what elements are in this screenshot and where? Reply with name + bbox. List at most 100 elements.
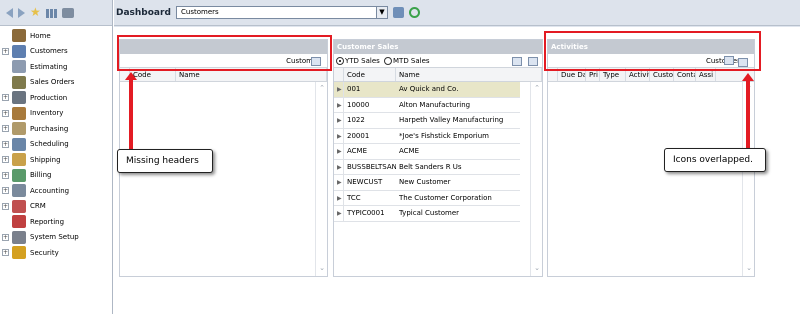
scroll-down-icon[interactable]: ⌄: [745, 264, 753, 272]
purchasing-icon: [12, 122, 26, 136]
forward-arrow-icon[interactable]: [18, 7, 25, 18]
row-expand-icon[interactable]: ▶: [334, 206, 344, 221]
nav-toolbar: ★: [0, 0, 112, 26]
col-name[interactable]: Name: [396, 68, 542, 81]
sidebar-item-inventory[interactable]: + Inventory: [0, 106, 112, 122]
back-arrow-icon[interactable]: [6, 7, 13, 18]
sidebar-item-customers[interactable]: + Customers: [0, 44, 112, 60]
nav-spacer: [2, 218, 9, 225]
chart-icon[interactable]: [45, 9, 57, 18]
row-expand-icon[interactable]: ▶: [334, 128, 344, 143]
sidebar-item-home[interactable]: Home: [0, 28, 112, 44]
sidebar-item-label: Reporting: [30, 217, 65, 226]
radio-off-icon: [384, 57, 392, 65]
row-expand-icon[interactable]: ▶: [334, 190, 344, 205]
sidebar-item-system-setup[interactable]: + System Setup: [0, 230, 112, 246]
sidebar-item-accounting[interactable]: + Accounting: [0, 183, 112, 199]
reporting-icon: [12, 215, 26, 229]
nav-spacer: [2, 32, 9, 39]
table-row[interactable]: ▶ TCC The Customer Corporation: [334, 190, 520, 206]
sidebar-item-crm[interactable]: + CRM: [0, 199, 112, 215]
scroll-down-icon[interactable]: ⌄: [533, 264, 541, 272]
table-row[interactable]: ▶ TYPIC0001 Typical Customer: [334, 206, 520, 222]
row-expand-icon[interactable]: ▶: [334, 97, 344, 112]
page-title: Dashboard: [116, 7, 171, 18]
expand-plus-icon[interactable]: +: [2, 140, 9, 148]
sidebar-item-reporting[interactable]: Reporting: [0, 214, 112, 230]
sidebar-item-estimating[interactable]: Estimating: [0, 59, 112, 75]
row-expand-icon[interactable]: ▶: [334, 144, 344, 159]
panel-mid-rows: ▶ 001 Av Quick and Co. ▶ 10000 Alton Manufact…: [334, 82, 520, 222]
sidebar-item-shipping[interactable]: + Shipping: [0, 152, 112, 168]
scroll-up-icon[interactable]: ⌃: [318, 84, 326, 92]
row-expand-icon[interactable]: ▶: [334, 113, 344, 128]
ytd-sales-radio[interactable]: YTD Sales: [336, 57, 380, 65]
expand-plus-icon[interactable]: +: [2, 94, 9, 102]
expand-plus-icon[interactable]: +: [2, 233, 9, 241]
security-icon: [12, 246, 26, 260]
table-row[interactable]: ▶ 10000 Alton Manufacturing: [334, 97, 520, 113]
panel-left-scrollbar[interactable]: ⌃ ⌄: [315, 82, 327, 276]
sidebar-item-security[interactable]: + Security: [0, 245, 112, 261]
scroll-up-icon[interactable]: ⌃: [533, 84, 541, 92]
nav-tree: Home + Customers Estimating Sales Orders + Pro…: [0, 26, 112, 261]
expand-plus-icon[interactable]: +: [2, 125, 9, 133]
cell-code: 10000: [347, 100, 370, 109]
edit-dashboard-icon[interactable]: [393, 7, 404, 18]
home-icon: [12, 29, 26, 43]
cell-code: NEWCUST: [347, 178, 383, 186]
table-row[interactable]: ▶ NEWCUST New Customer: [334, 175, 520, 191]
cell-code: 001: [347, 85, 361, 93]
sidebar-item-production[interactable]: + Production: [0, 90, 112, 106]
scroll-down-icon[interactable]: ⌄: [318, 264, 326, 272]
chart-view-icon[interactable]: [512, 57, 522, 66]
chevron-down-icon[interactable]: ▼: [376, 7, 387, 18]
sidebar-item-label: Accounting: [30, 186, 70, 195]
row-expand-icon[interactable]: ▶: [334, 82, 344, 97]
mtd-sales-radio[interactable]: MTD Sales: [384, 57, 430, 65]
sidebar-item-label: Purchasing: [30, 124, 69, 133]
cell-name: Belt Sanders R Us: [399, 162, 462, 171]
table-row[interactable]: ▶ ACME ACME: [334, 144, 520, 160]
expand-plus-icon[interactable]: +: [2, 187, 9, 195]
sidebar-item-billing[interactable]: + Billing: [0, 168, 112, 184]
shipping-icon: [12, 153, 26, 167]
sidebar-item-label: Scheduling: [30, 140, 69, 149]
billing-icon: [12, 168, 26, 182]
cell-name: Harpeth Valley Manufacturing: [399, 116, 504, 124]
print-icon[interactable]: [61, 7, 74, 18]
cell-name: Typical Customer: [399, 209, 460, 217]
cell-code: TYPIC0001: [347, 209, 385, 217]
expand-plus-icon[interactable]: +: [2, 47, 9, 55]
cell-code: 20001: [347, 131, 370, 140]
col-code[interactable]: Code: [344, 68, 396, 81]
table-row[interactable]: ▶ BUSSBELTSAN Belt Sanders R Us: [334, 159, 520, 175]
expand-plus-icon[interactable]: +: [2, 109, 9, 117]
refresh-icon[interactable]: [409, 7, 420, 18]
dashboard-select[interactable]: Customers ▼: [176, 6, 388, 19]
sales-orders-icon: [12, 75, 26, 89]
sidebar-item-purchasing[interactable]: + Purchasing: [0, 121, 112, 137]
expand-plus-icon[interactable]: +: [2, 249, 9, 257]
table-row[interactable]: ▶ 001 Av Quick and Co.: [334, 82, 520, 98]
row-expand-icon[interactable]: ▶: [334, 175, 344, 190]
row-expand-icon[interactable]: ▶: [334, 159, 344, 174]
table-row[interactable]: ▶ 20001 *Joe's Fishstick Emporium: [334, 128, 520, 144]
favorites-star-icon[interactable]: ★: [30, 6, 41, 18]
header-bar: Dashboard Customers ▼: [114, 0, 800, 26]
dashboard-select-value: Customers: [181, 8, 219, 16]
cell-name: Alton Manufacturing: [399, 100, 471, 109]
panel-mid-scrollbar[interactable]: ⌃ ⌄: [530, 82, 542, 276]
customize-icon[interactable]: [528, 57, 538, 66]
sidebar-item-label: Inventory: [30, 109, 64, 118]
expand-plus-icon[interactable]: +: [2, 156, 9, 164]
table-row[interactable]: ▶ 1022 Harpeth Valley Manufacturing: [334, 113, 520, 129]
sidebar-item-sales-orders[interactable]: Sales Orders: [0, 75, 112, 91]
sidebar-item-label: Security: [30, 248, 59, 257]
expand-plus-icon[interactable]: +: [2, 202, 9, 210]
annotation-box-right: [544, 31, 761, 71]
cell-code: BUSSBELTSAN: [347, 162, 396, 171]
sidebar-item-scheduling[interactable]: + Scheduling: [0, 137, 112, 153]
cell-name: ACME: [399, 147, 420, 155]
expand-plus-icon[interactable]: +: [2, 171, 9, 179]
